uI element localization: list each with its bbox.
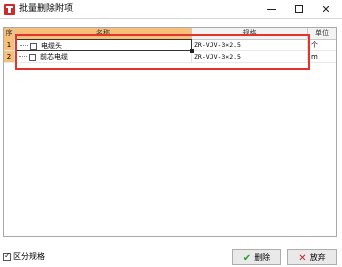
row-name-cell[interactable]: 电缆头	[15, 39, 192, 51]
checkbox-checked-icon[interactable]	[3, 251, 11, 261]
cell-resize-handle[interactable]	[190, 49, 194, 53]
row-unit: m	[308, 51, 336, 63]
distinguish-spec-checkbox[interactable]: 区分规格	[3, 251, 45, 262]
row-name-cell[interactable]: 前芯电缆	[15, 51, 192, 63]
cancel-label: 放弃	[309, 253, 326, 262]
maximize-button[interactable]	[286, 0, 312, 18]
table-row[interactable]: 1 电缆头 ZR-VJV-3×2.5 个	[4, 39, 336, 51]
tree-connector	[20, 45, 28, 47]
row-checkbox[interactable]	[29, 53, 36, 61]
delete-button[interactable]: ✔ 删除	[232, 249, 281, 265]
close-icon: ✕	[321, 2, 331, 16]
row-name: 电缆头	[41, 42, 62, 50]
title-bar: 批量删除附项 ✕	[0, 0, 342, 19]
tree-connector	[19, 56, 27, 58]
row-name: 前芯电缆	[40, 53, 68, 61]
minimize-button[interactable]	[258, 0, 284, 18]
delete-label: 删除	[254, 253, 271, 262]
row-index: 2	[4, 51, 15, 63]
maximize-icon	[295, 5, 303, 13]
table-row[interactable]: 2 前芯电缆 ZR-VJV-3×2.5 m	[4, 51, 336, 63]
header-index[interactable]: 序号	[4, 28, 15, 48]
window-title: 批量删除附项	[19, 4, 74, 14]
cancel-button[interactable]: ✕ 放弃	[287, 249, 337, 265]
row-checkbox[interactable]	[30, 42, 37, 50]
header-name[interactable]: 名称	[15, 28, 192, 39]
close-button[interactable]: ✕	[313, 0, 339, 18]
distinguish-spec-label: 区分规格	[13, 252, 45, 261]
row-spec: ZR-VJV-3×2.5	[192, 51, 308, 63]
minimize-icon	[266, 8, 276, 10]
row-index: 1	[4, 39, 15, 51]
header-spec[interactable]: 规格	[192, 28, 308, 39]
row-unit: 个	[308, 39, 336, 51]
row-spec: ZR-VJV-3×2.5	[192, 39, 308, 51]
check-icon: ✔	[242, 253, 252, 264]
cross-icon: ✕	[298, 253, 307, 264]
app-logo-icon	[4, 4, 15, 15]
items-table[interactable]: 序号 名称 规格 单位 1 电缆头 ZR-VJV-3×2.5 个 2 前芯电缆 …	[3, 27, 337, 237]
header-unit[interactable]: 单位	[308, 28, 336, 39]
